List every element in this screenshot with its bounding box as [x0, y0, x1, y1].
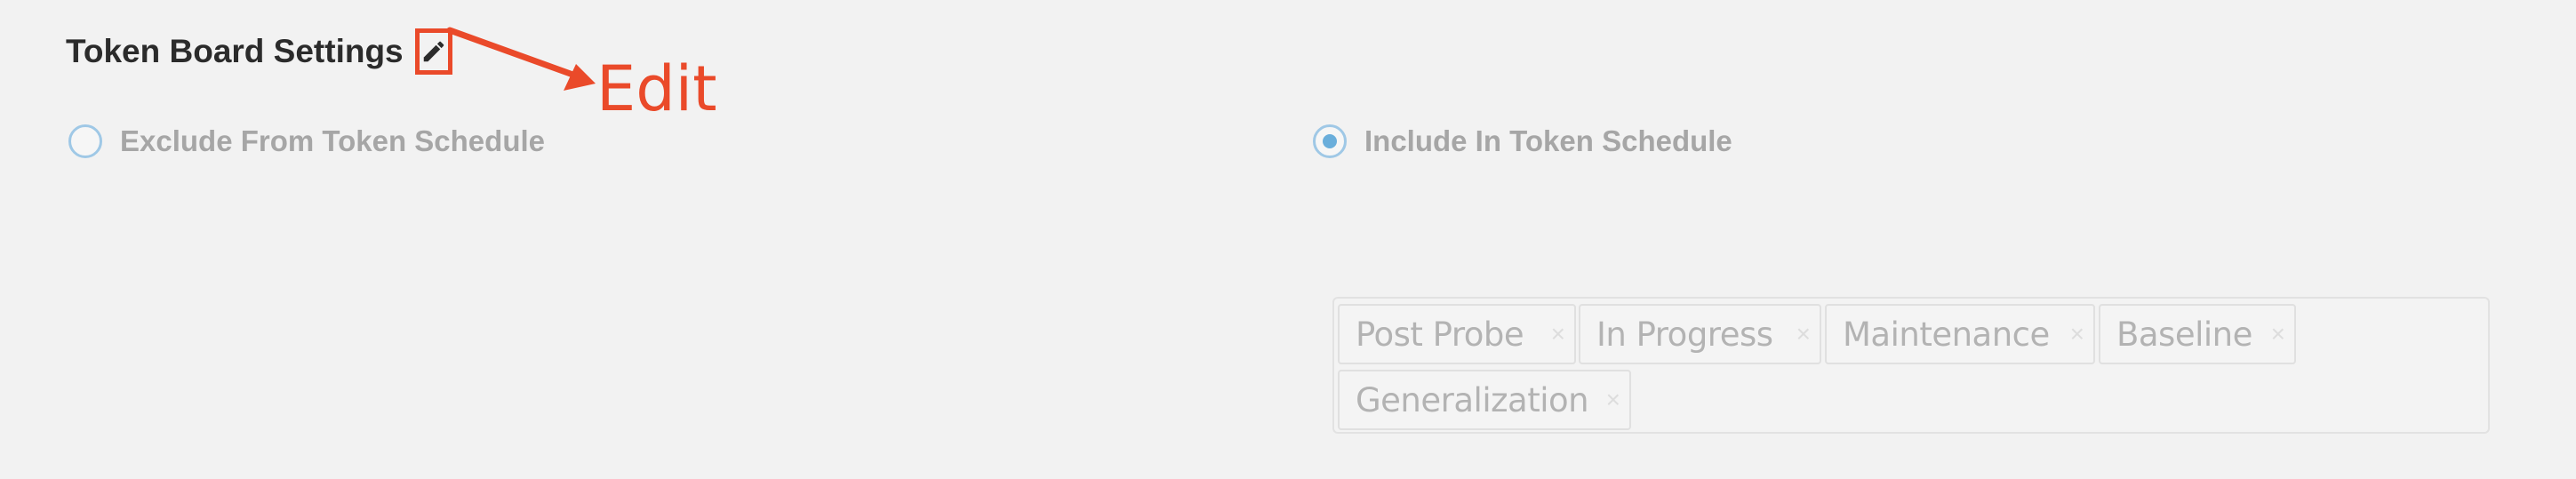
tag-chip: Baseline × [2099, 304, 2296, 364]
tag-remove-icon[interactable]: × [1597, 386, 1620, 414]
section-title: Token Board Settings [66, 33, 404, 69]
annotation-arrow [446, 27, 596, 91]
tag-remove-icon[interactable]: × [2061, 320, 2084, 348]
tag-label: Generalization [1356, 380, 1589, 419]
tag-chip: Post Probe × [1338, 304, 1576, 364]
exclude-label: Exclude From Token Schedule [120, 124, 546, 157]
tag-chip: Maintenance × [1825, 304, 2095, 364]
tag-label: Baseline [2116, 315, 2252, 354]
exclude-option[interactable]: Exclude From Token Schedule [68, 124, 545, 158]
tag-label: In Progress [1596, 315, 1773, 354]
include-radio[interactable] [1313, 124, 1347, 158]
tag-chip: Generalization × [1338, 370, 1631, 430]
pencil-icon [423, 41, 444, 62]
token-board-settings-page: Token Board Settings Edit Exclude From T… [0, 0, 2576, 479]
include-option[interactable]: Include In Token Schedule [1313, 124, 1732, 158]
tag-label: Maintenance [1843, 315, 2050, 354]
exclude-radio[interactable] [68, 124, 102, 158]
radio-selected-dot [1323, 134, 1337, 148]
tag-label: Post Probe [1356, 315, 1524, 354]
tag-remove-icon[interactable]: × [1542, 320, 1565, 348]
tag-chip: In Progress × [1579, 304, 1821, 364]
tag-remove-icon[interactable]: × [2262, 320, 2285, 348]
tag-remove-icon[interactable]: × [1788, 320, 1811, 348]
include-label: Include In Token Schedule [1364, 124, 1732, 157]
annotation-label: Edit [596, 52, 717, 125]
tag-select-input[interactable]: Post Probe × In Progress × Maintenance ×… [1332, 297, 2490, 434]
